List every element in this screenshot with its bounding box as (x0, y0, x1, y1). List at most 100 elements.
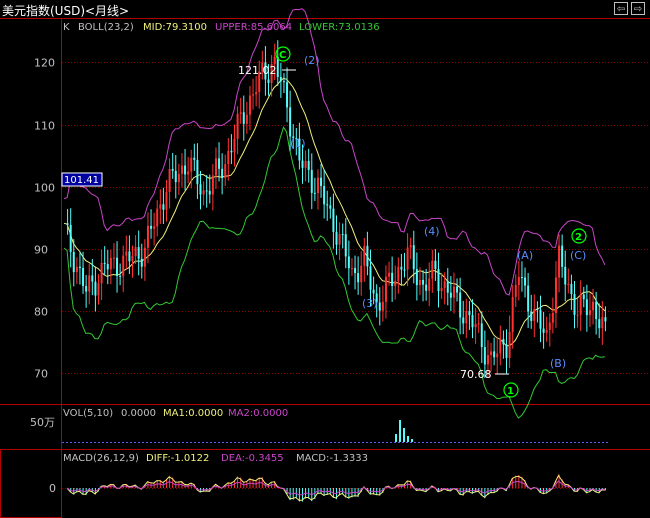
candle-body (335, 231, 338, 245)
candle-body (134, 247, 137, 256)
candle-body (508, 332, 511, 358)
candle-body (428, 278, 431, 291)
candle-body (564, 266, 567, 285)
candle-body (431, 260, 434, 279)
candle-body (474, 323, 477, 328)
wave-label-a-paren: (A) (517, 249, 533, 262)
candle-body (233, 138, 236, 153)
candle-body (313, 192, 316, 194)
candle-body (100, 262, 103, 284)
candle-body (422, 279, 425, 285)
boll-mid-line (63, 77, 606, 347)
macd-diff-value: DIFF:-1.0122 (146, 453, 209, 464)
candle-body (112, 257, 115, 259)
wave-label-2-paren: (2) (304, 54, 320, 67)
candle-body (137, 247, 140, 259)
y-tick-label: 100 (34, 182, 55, 195)
boll-mid-value: MID:79.3100 (143, 22, 207, 33)
candle-body (384, 276, 387, 302)
boll-lower-value: LOWER:73.0136 (299, 22, 380, 33)
low-price-annotation: 70.68 (460, 368, 492, 381)
candle-body (446, 281, 449, 293)
candle-body (171, 168, 174, 171)
candle-body (415, 269, 418, 286)
candle-body (350, 268, 353, 270)
candle-body (125, 251, 128, 256)
candle-body (409, 245, 412, 248)
volume-indicator-name[interactable]: VOL(5,10) (63, 408, 113, 419)
candle-body (573, 293, 576, 315)
boll-upper-value: UPPER:85.6064 (215, 22, 292, 33)
candle-body (604, 317, 607, 322)
candle-body (366, 245, 369, 267)
candle-body (551, 312, 554, 323)
candle-body (78, 266, 81, 268)
candle-body (558, 245, 561, 278)
volume-bar (407, 436, 409, 442)
candle-body (372, 289, 375, 294)
candle-body (545, 329, 548, 333)
candle-body (239, 112, 242, 114)
candle-body (601, 317, 604, 329)
macd-indicator-name[interactable]: MACD(26,12,9) (63, 453, 139, 464)
y-tick-label: 110 (34, 120, 55, 133)
candle-body (477, 323, 480, 325)
candle-body (187, 171, 190, 175)
candle-body (486, 355, 489, 365)
candle-body (524, 277, 527, 286)
candle-body (391, 272, 394, 287)
candle-body (85, 285, 88, 292)
volume-bar (403, 428, 405, 442)
candle-body (440, 288, 443, 292)
candle-body (190, 157, 193, 172)
candle-body (437, 269, 440, 292)
price-chart-area[interactable]: 708090100110120 K BOLL(23,2) MID:79.3100… (0, 0, 650, 518)
candle-body (449, 292, 452, 298)
volume-ma2: MA2:0.0000 (228, 408, 288, 419)
candle-body (208, 190, 211, 195)
candle-body (128, 251, 131, 262)
candle-body (520, 277, 523, 279)
candle-body (97, 283, 100, 296)
candle-body (397, 266, 400, 282)
macd-value: MACD:-1.3333 (296, 453, 368, 464)
candle-body (378, 302, 381, 311)
candle-body (242, 112, 245, 124)
candle-body (211, 175, 214, 195)
boll-indicator-name[interactable]: BOLL(23,2) (78, 22, 134, 33)
macd-bar (604, 488, 606, 491)
candle-body (542, 328, 545, 333)
candle-body (502, 339, 505, 345)
candle-body (570, 284, 573, 294)
high-price-annotation: 121.02 (238, 64, 277, 77)
candle-body (363, 245, 366, 266)
candle-body (468, 311, 471, 316)
volume-ma1: MA1:0.0000 (163, 408, 223, 419)
chart-type-label: K (63, 22, 70, 33)
candle-body (548, 322, 551, 330)
candle-body (511, 297, 514, 333)
candle-body (205, 190, 208, 192)
candle-body (425, 284, 428, 291)
candle-body (196, 159, 199, 185)
candle-body (301, 160, 304, 168)
candle-body (224, 164, 227, 179)
candle-body (341, 234, 344, 236)
volume-bar (395, 434, 397, 442)
candle-body (72, 251, 75, 273)
candle-body (153, 226, 156, 229)
wave-label-b-paren: (B) (550, 357, 566, 370)
candle-body (403, 269, 406, 271)
candle-body (323, 186, 326, 205)
candle-body (310, 169, 313, 193)
candle-body (381, 301, 384, 311)
candle-body (218, 158, 221, 169)
candle-body (388, 272, 391, 277)
candle-body (499, 339, 502, 354)
y-tick-label: 90 (34, 244, 48, 257)
candle-body (471, 315, 474, 328)
candle-body (75, 266, 78, 273)
wave-label-c: C (279, 50, 286, 61)
candle-body (517, 277, 520, 285)
candle-body (459, 292, 462, 318)
